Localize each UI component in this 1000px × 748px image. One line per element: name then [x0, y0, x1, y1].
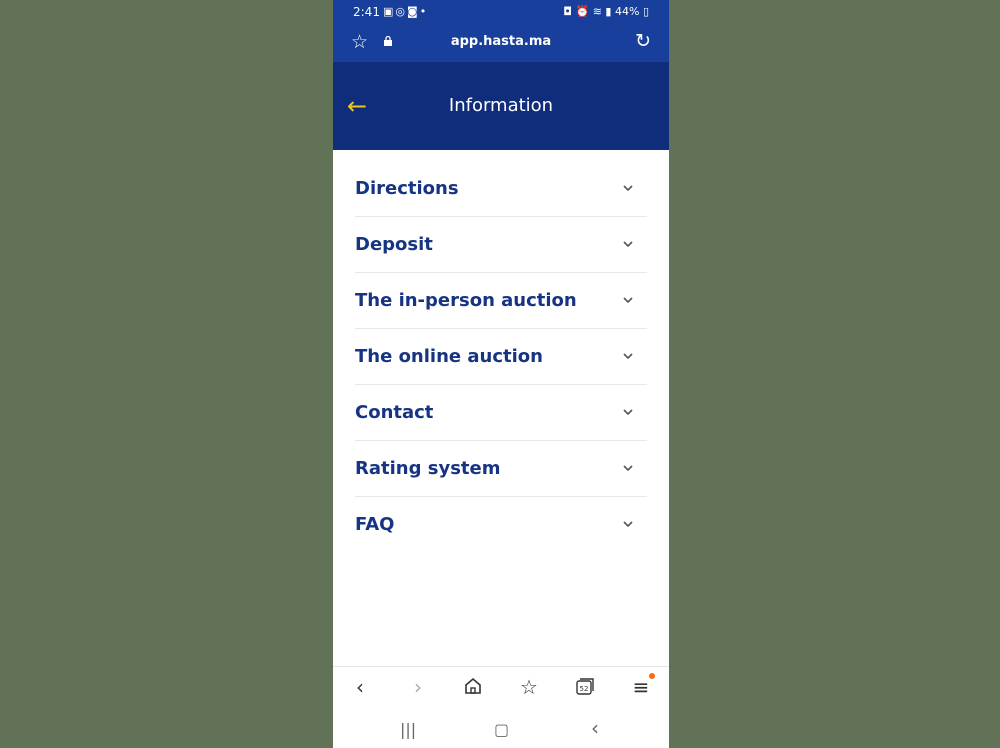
system-status: ◘ ⏰ ≋ ▮ 44% ▯: [563, 5, 649, 18]
home-button-icon[interactable]: ▢: [494, 720, 509, 739]
accordion-item-directions[interactable]: Directions: [355, 162, 647, 217]
signal-icon: ▮: [605, 5, 612, 18]
chevron-down-icon: [623, 185, 633, 192]
gallery-icon: ▣: [383, 5, 396, 18]
accordion-label: The online auction: [355, 346, 543, 367]
accordion-item-contact[interactable]: Contact: [355, 386, 647, 441]
chevron-down-icon: [623, 409, 633, 416]
phone-screen: 2:41 ▣◎◙• ◘ ⏰ ≋ ▮ 44% ▯ ☆ app.hasta.ma ↻…: [333, 0, 669, 748]
android-nav-bar: ||| ▢ ‹: [333, 710, 669, 748]
chevron-down-icon: [623, 465, 633, 472]
url-text[interactable]: app.hasta.ma: [333, 34, 669, 49]
notification-dot: [649, 673, 655, 679]
page-title: Information: [448, 95, 554, 116]
status-time: 2:41: [353, 5, 380, 19]
recents-icon[interactable]: |||: [400, 720, 416, 739]
accordion-item-rating-system[interactable]: Rating system: [355, 442, 647, 497]
menu-icon[interactable]: ≡: [628, 675, 654, 701]
status-bar: 2:41 ▣◎◙• ◘ ⏰ ≋ ▮ 44% ▯: [333, 0, 669, 24]
accordion-label: Rating system: [355, 458, 501, 479]
accordion-label: Directions: [355, 178, 459, 199]
accordion-label: Deposit: [355, 234, 433, 255]
accordion-label: The in-person auction: [355, 290, 577, 311]
dot-icon: •: [419, 5, 429, 18]
wifi-icon: ≋: [592, 5, 602, 18]
notification-icons: ▣◎◙•: [383, 5, 428, 18]
alarm-icon: ⏰: [575, 5, 590, 18]
bookmarks-icon[interactable]: ☆: [516, 675, 542, 701]
chevron-down-icon: [623, 241, 633, 248]
app-header: ← Information: [333, 62, 669, 150]
tabs-icon[interactable]: 52: [572, 675, 598, 701]
instagram-icon: ◙: [407, 5, 420, 18]
home-icon[interactable]: [460, 675, 486, 701]
accordion-item-deposit[interactable]: Deposit: [355, 218, 647, 273]
reload-icon[interactable]: ↻: [635, 30, 651, 52]
chevron-down-icon: [623, 521, 633, 528]
chevron-down-icon: [623, 353, 633, 360]
accordion-item-in-person-auction[interactable]: The in-person auction: [355, 274, 647, 329]
battery-icon: ▯: [642, 5, 649, 18]
browser-toolbar: ‹ › ☆ 52 ≡: [333, 666, 669, 711]
chevron-down-icon: [623, 297, 633, 304]
whatsapp-icon: ◎: [395, 5, 408, 18]
accordion-label: FAQ: [355, 514, 395, 535]
browser-url-bar: ☆ app.hasta.ma ↻: [333, 24, 669, 62]
back-icon[interactable]: ‹: [347, 675, 373, 701]
tabs-count: 52: [580, 685, 589, 693]
accordion-item-online-auction[interactable]: The online auction: [355, 330, 647, 385]
forward-icon[interactable]: ›: [405, 675, 431, 701]
back-button-icon[interactable]: ‹: [591, 716, 599, 740]
accordion-item-faq[interactable]: FAQ: [355, 498, 647, 552]
lock-icon: ◘: [563, 5, 572, 18]
information-list: Directions Deposit The in-person auction…: [355, 162, 647, 553]
accordion-label: Contact: [355, 402, 434, 423]
battery-percent: 44%: [614, 5, 640, 18]
